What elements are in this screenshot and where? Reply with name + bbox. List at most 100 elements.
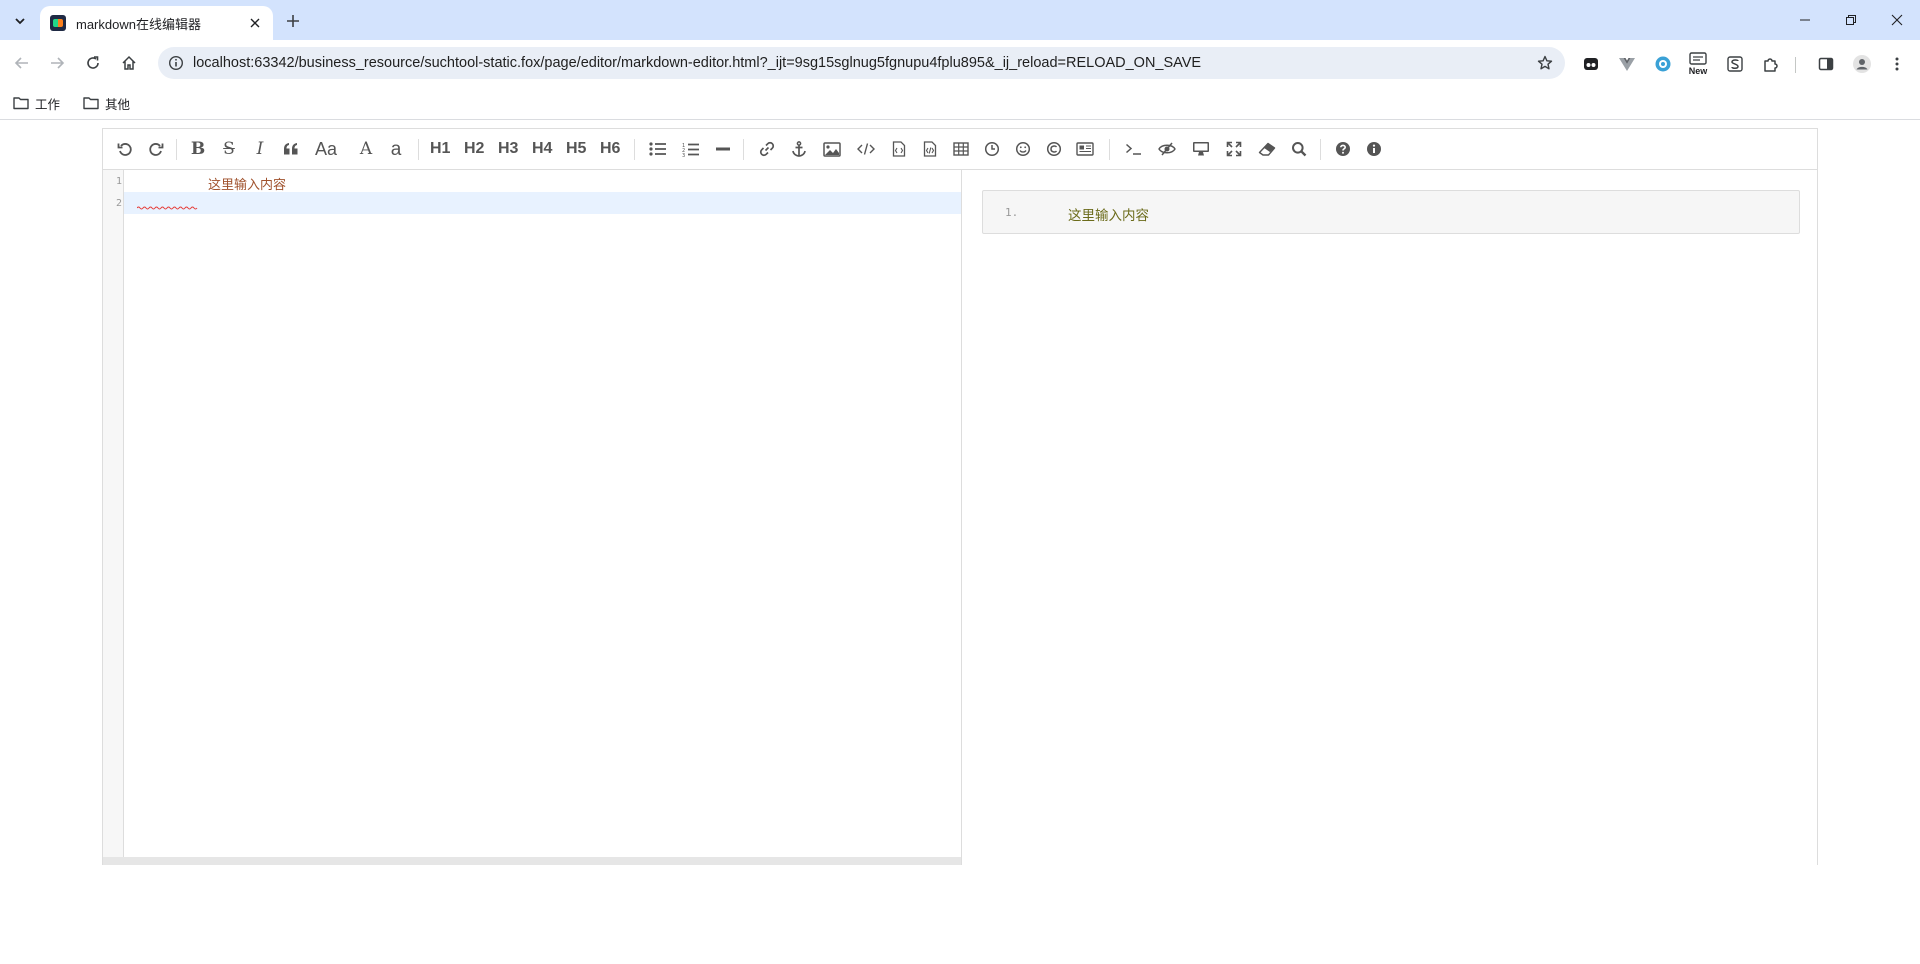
fullscreen-button[interactable] — [1224, 139, 1244, 159]
extensions-puzzle-icon[interactable] — [1760, 53, 1782, 75]
lowercase-button[interactable]: a — [386, 139, 406, 159]
home-icon — [122, 55, 136, 70]
ordered-list-button[interactable]: 123 — [681, 139, 701, 159]
extension-news-icon — [1689, 52, 1707, 65]
address-bar[interactable]: localhost:63342/business_resource/suchto… — [158, 47, 1565, 79]
new-tab-button[interactable] — [280, 8, 306, 34]
redo-button[interactable] — [146, 139, 166, 159]
uppercase-icon: A — [359, 138, 373, 159]
file-code-block-icon — [923, 141, 937, 157]
html-entities-button[interactable] — [1044, 139, 1064, 159]
horizontal-rule-button[interactable] — [713, 139, 733, 159]
bookmark-star-icon[interactable] — [1535, 53, 1555, 73]
browser-toolbar: localhost:63342/business_resource/suchto… — [0, 40, 1920, 86]
extension-circle-icon[interactable] — [1652, 53, 1674, 75]
code-line-active[interactable] — [124, 192, 961, 214]
browser-tab[interactable]: markdown在线编辑器 — [40, 6, 273, 40]
inline-code-button[interactable] — [856, 139, 876, 159]
anchor-button[interactable] — [789, 139, 809, 159]
h3-button[interactable]: H3 — [498, 139, 518, 159]
link-button[interactable] — [757, 139, 777, 159]
toolbar-separator — [418, 139, 419, 160]
folder-icon — [83, 97, 99, 110]
uppercase-first-button[interactable]: Aa — [315, 139, 337, 159]
toolbar-separator — [634, 139, 635, 160]
tab-title: markdown在线编辑器 — [76, 16, 201, 32]
preview-code-block: 1. 这里输入内容 — [982, 190, 1800, 234]
bookmark-folder-work[interactable]: 工作 — [13, 92, 60, 114]
bookmark-label: 工作 — [35, 97, 61, 112]
code-line[interactable]: 这里输入内容 — [124, 170, 961, 192]
h6-button[interactable]: H6 — [600, 139, 620, 159]
h4-button[interactable]: H4 — [532, 139, 552, 159]
unordered-list-button[interactable] — [648, 139, 668, 159]
code-line-text: 这里输入内容 — [208, 177, 287, 192]
extension-s-icon[interactable] — [1724, 53, 1746, 75]
side-panel-icon[interactable] — [1815, 53, 1837, 75]
extension-new-label: New — [1688, 66, 1708, 76]
table-button[interactable] — [951, 139, 971, 159]
eye-slash-icon — [1158, 142, 1176, 156]
newspaper-icon — [1076, 142, 1094, 156]
minimize-button[interactable] — [1782, 4, 1828, 36]
uppercase-button[interactable]: A — [356, 139, 376, 159]
italic-button[interactable]: I — [250, 139, 270, 159]
emoji-button[interactable] — [1013, 139, 1033, 159]
reload-button[interactable] — [79, 49, 107, 77]
tab-search-button[interactable] — [8, 9, 32, 33]
watch-toggle-button[interactable] — [1157, 139, 1177, 159]
h3-label: H3 — [498, 140, 519, 157]
expand-icon — [1226, 141, 1242, 157]
preformatted-code-button[interactable] — [889, 139, 909, 159]
site-info-icon[interactable] — [168, 55, 184, 71]
datetime-button[interactable] — [982, 139, 1002, 159]
h6-label: H6 — [600, 140, 621, 157]
toolbar-divider — [1795, 57, 1796, 73]
line-number: 2 — [115, 198, 122, 209]
smile-icon — [1015, 141, 1031, 157]
restore-icon — [1846, 15, 1856, 25]
home-button[interactable] — [115, 49, 143, 77]
markdown-source-pane[interactable]: 1 2 这里输入内容 — [103, 170, 961, 865]
code-block-button[interactable] — [920, 139, 940, 159]
preview-button[interactable] — [1191, 139, 1211, 159]
h5-button[interactable]: H5 — [566, 139, 586, 159]
restore-button[interactable] — [1828, 4, 1874, 36]
info-button[interactable] — [1364, 139, 1384, 159]
more-menu-icon[interactable] — [1886, 53, 1908, 75]
goto-line-button[interactable] — [1124, 139, 1144, 159]
h4-label: H4 — [532, 140, 553, 157]
clear-button[interactable] — [1257, 139, 1277, 159]
link-icon — [759, 141, 775, 157]
forward-button[interactable] — [43, 49, 71, 77]
horizontal-scrollbar[interactable] — [103, 857, 961, 865]
h1-button[interactable]: H1 — [430, 139, 450, 159]
blockquote-button[interactable] — [281, 139, 301, 159]
image-button[interactable] — [822, 139, 842, 159]
extension-new-badge[interactable]: New — [1687, 50, 1709, 78]
search-button[interactable] — [1289, 139, 1309, 159]
chevron-down-icon — [14, 15, 26, 27]
bookmark-folder-other[interactable]: 其他 — [83, 92, 130, 114]
bold-button[interactable]: B — [188, 139, 208, 159]
close-tab-icon[interactable] — [247, 15, 263, 31]
h2-button[interactable]: H2 — [464, 139, 484, 159]
url-text: localhost:63342/business_resource/suchto… — [193, 55, 1202, 71]
close-window-button[interactable] — [1874, 4, 1920, 36]
help-button[interactable] — [1333, 139, 1353, 159]
undo-icon — [117, 143, 132, 156]
back-button[interactable] — [8, 49, 36, 77]
line-number: 1 — [115, 176, 122, 187]
clock-icon — [984, 141, 1000, 157]
terminal-icon — [1126, 143, 1141, 155]
spellcheck-underline — [137, 206, 198, 210]
strikethrough-icon: S — [223, 138, 235, 159]
extension-vue-icon[interactable] — [1616, 53, 1638, 75]
strikethrough-button[interactable]: S — [219, 139, 239, 159]
pagebreak-button[interactable] — [1075, 139, 1095, 159]
close-icon — [1891, 14, 1903, 26]
extension-glasses-icon[interactable] — [1580, 53, 1602, 75]
copyright-icon — [1046, 141, 1062, 157]
profile-avatar-icon[interactable] — [1851, 53, 1873, 75]
undo-button[interactable] — [115, 139, 135, 159]
